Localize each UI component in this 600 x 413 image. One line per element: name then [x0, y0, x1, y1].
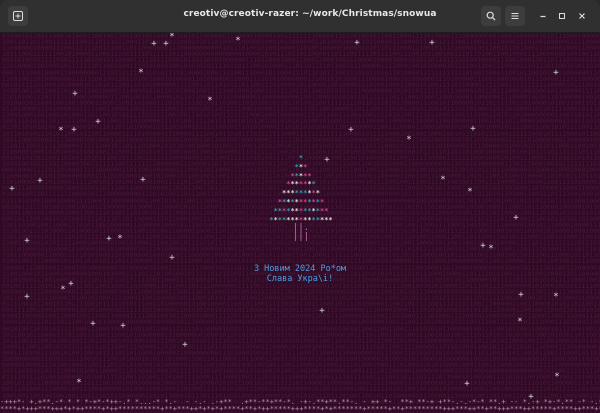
- snowflake: +: [464, 379, 470, 389]
- snowflake: *: [553, 292, 559, 302]
- snowflake: +: [106, 234, 112, 244]
- snowflake: +: [90, 319, 96, 329]
- tree-ornament: *: [311, 180, 316, 189]
- snowflake: +: [151, 39, 157, 49]
- tree-trunk-bottom: |||: [292, 232, 310, 243]
- tree-ornament: *: [319, 197, 325, 206]
- snowflake: +: [72, 89, 78, 99]
- snowflake: +: [24, 292, 30, 302]
- snowflake: +: [354, 38, 360, 48]
- tree-ornament: *: [298, 154, 304, 162]
- snowflake: +: [182, 340, 188, 350]
- snowflake: +: [95, 117, 101, 127]
- snowflake: +: [348, 125, 354, 135]
- snowflake: *: [467, 187, 473, 197]
- snowflake: +: [37, 176, 43, 186]
- snowflake: +: [480, 241, 486, 251]
- tree-ornament: *: [303, 162, 308, 171]
- hamburger-menu-icon: [511, 12, 519, 20]
- close-icon: [579, 13, 585, 19]
- snowflake: *: [117, 234, 123, 244]
- snowflake: +: [9, 184, 15, 194]
- minimize-button[interactable]: [533, 6, 553, 26]
- title-bar: creotiv@creotiv-razer: ~/work/Christmas/…: [0, 0, 600, 33]
- tree-ornament: *: [328, 215, 333, 224]
- maximize-button[interactable]: [552, 6, 572, 26]
- snowflake: +: [68, 279, 74, 289]
- tree-row: *************: [246, 207, 356, 216]
- tree-row: ***: [246, 163, 356, 172]
- new-year-greeting: З Новим 2024 Ро*ом: [253, 264, 347, 274]
- tree-ornament: *: [324, 206, 329, 215]
- tree-ornament: *: [307, 171, 312, 180]
- snowflake: +: [429, 38, 435, 48]
- snowflake: +: [140, 175, 146, 185]
- snowflake: *: [58, 126, 64, 136]
- snowflake: *: [440, 175, 446, 185]
- tree-row: *: [246, 154, 356, 163]
- snowflake: *: [207, 96, 213, 106]
- snowflake: *: [60, 285, 66, 295]
- snowflake: +: [513, 213, 519, 223]
- tree-row: *********: [246, 189, 356, 198]
- snowflake: +: [553, 68, 559, 78]
- snowflake: +: [319, 306, 325, 316]
- snowflake: +: [24, 236, 30, 246]
- new-tab-button[interactable]: [8, 6, 28, 26]
- terminal-content[interactable]: 0100010110011000101000110010011001001001…: [0, 33, 600, 413]
- slogan-text: Слава Укра\і!: [266, 274, 334, 284]
- tree-row: *****: [246, 172, 356, 181]
- snowflake: +: [470, 124, 476, 134]
- snowflake: *: [235, 36, 241, 46]
- new-tab-icon: [13, 11, 23, 21]
- maximize-icon: [559, 13, 565, 19]
- tree-ornament: *: [315, 189, 320, 198]
- snowflake: +: [169, 253, 175, 263]
- tree-crown: * *** ***** ******* ********* *********** ****…: [246, 154, 356, 224]
- snowflake: +: [163, 39, 169, 49]
- snowflake: *: [406, 135, 412, 145]
- tree-row: ***********: [246, 198, 356, 207]
- menu-button[interactable]: [505, 6, 525, 26]
- tree-row: *******: [246, 180, 356, 189]
- snowflake: *: [554, 372, 560, 382]
- terminal-window: creotiv@creotiv-razer: ~/work/Christmas/…: [0, 0, 600, 413]
- snowflake: *: [517, 317, 523, 327]
- search-icon: [486, 11, 496, 21]
- snowflake: *: [76, 378, 82, 388]
- snowflake: *: [488, 244, 494, 254]
- minimize-icon: [540, 15, 546, 18]
- close-button[interactable]: [572, 6, 592, 26]
- snowflake: +: [71, 125, 77, 135]
- window-title: creotiv@creotiv-razer: ~/work/Christmas/…: [183, 9, 437, 19]
- search-button[interactable]: [481, 6, 501, 26]
- christmas-tree: * *** ***** ******* ********* *********** ****…: [246, 154, 356, 254]
- snow-ground: -+++*- +.+**.-* * * *-+*-*++-.* *...-* *…: [0, 399, 600, 413]
- snowflake: +: [120, 321, 126, 331]
- snowflake: +: [518, 290, 524, 300]
- snowflake: *: [138, 68, 144, 78]
